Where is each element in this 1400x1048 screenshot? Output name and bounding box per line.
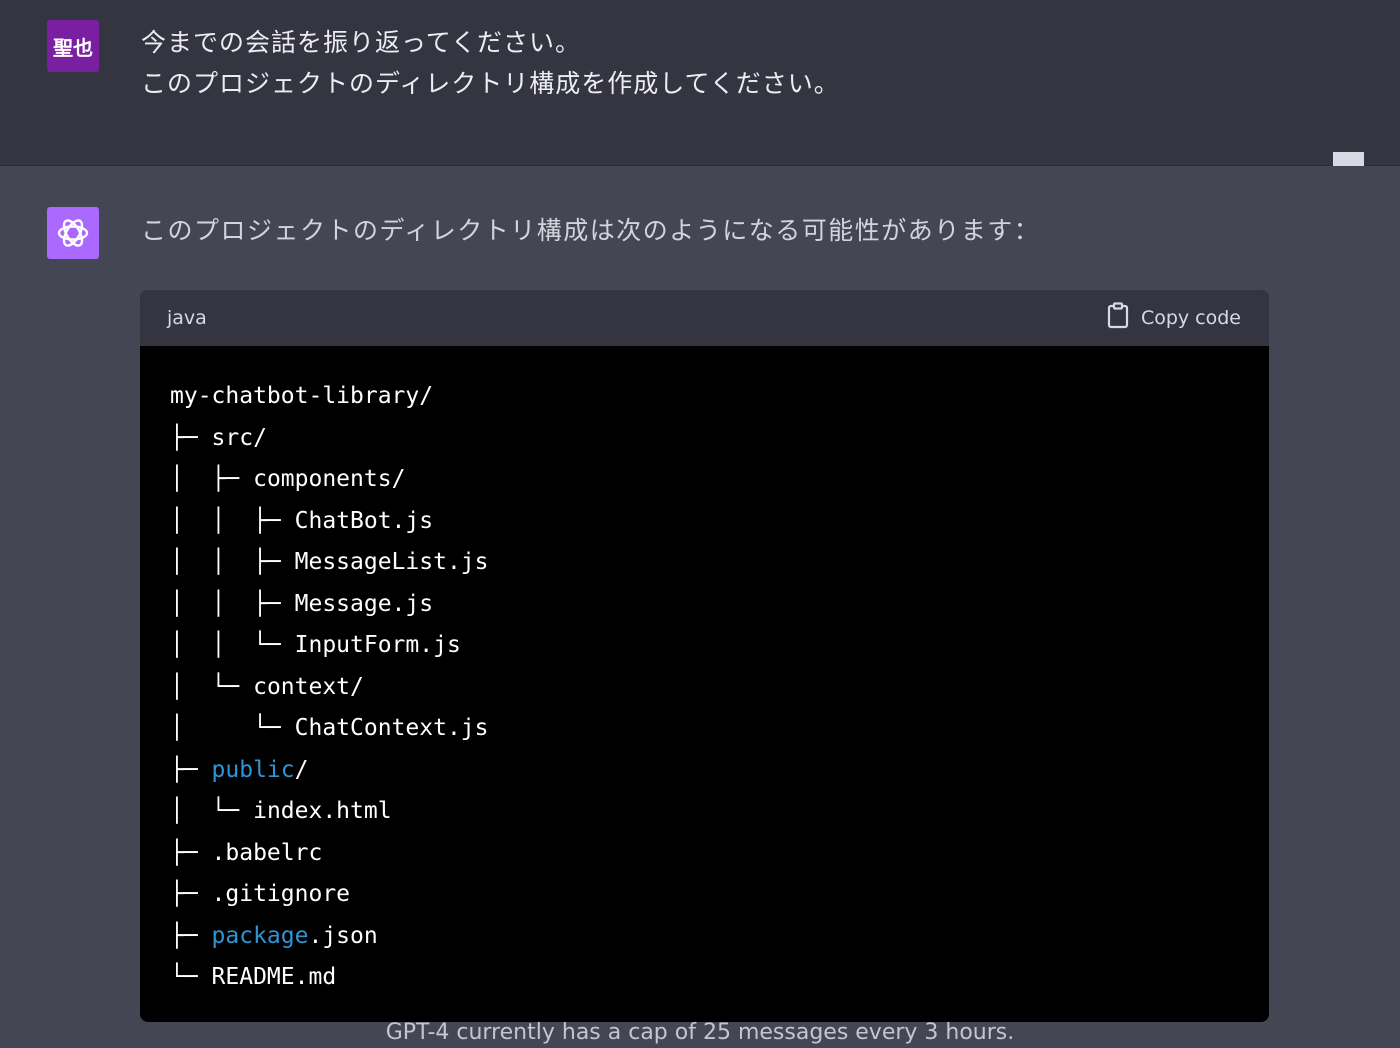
tree-prefix: ├─ [170,424,212,451]
code-line: │ │ ├─ MessageList.js [170,542,1269,584]
tree-entry-name: .babelrc [211,839,323,866]
code-line: │ │ ├─ Message.js [170,584,1269,626]
tree-prefix: ├─ [170,839,212,866]
code-line: │ └─ context/ [170,667,1269,709]
tree-entry-name: components/ [253,466,406,492]
tree-entry-name: my-chatbot-library/ [170,383,434,409]
code-line: └─ README.md [170,957,1269,999]
code-line: │ ├─ components/ [170,459,1269,501]
user-message-line: 今までの会話を振り返ってください。 [141,28,582,57]
user-message-line: このプロジェクトのディレクトリ構成を作成してください。 [141,69,840,98]
tree-entry-name: context/ [253,673,364,700]
tree-prefix: ├─ [170,881,212,907]
code-line: ├─ package.json [170,916,1269,958]
tree-entry-name: src/ [211,424,267,451]
code-line: my-chatbot-library/ [170,376,1269,418]
copy-code-label: Copy code [1140,307,1241,329]
tree-entry-name: ChatBot.js [294,507,434,534]
tree-prefix: │ │ ├─ [170,507,295,534]
tree-prefix: ├─ [170,756,212,783]
code-line: │ │ ├─ ChatBot.js [170,501,1269,543]
code-line: ├─ public/ [170,750,1269,792]
tree-entry-name: public/ [211,756,309,783]
code-block-header: java Copy code [140,290,1269,346]
code-line: ├─ .babelrc [170,833,1269,875]
assistant-message: このプロジェクトのディレクトリ構成は次のようになる可能性があります： [141,216,1041,245]
code-content: my-chatbot-library/├─ src/│ ├─ component… [140,346,1269,999]
code-line: ├─ .gitignore [170,874,1269,916]
tree-prefix: │ └─ [170,798,254,824]
tree-prefix: └─ [170,964,212,990]
tree-entry-name: package.json [211,922,378,949]
tree-entry-name: InputForm.js [294,632,461,658]
usage-cap-notice: GPT-4 currently has a cap of 25 messages… [385,1020,1015,1045]
tree-prefix: ├─ [170,922,212,949]
tree-prefix: │ │ ├─ [170,549,295,575]
openai-logo-icon [47,207,99,259]
user-message: 今までの会話を振り返ってください。 このプロジェクトのディレクトリ構成を作成して… [141,22,840,104]
user-message-row: 聖也 今までの会話を振り返ってください。 このプロジェクトのディレクトリ構成を作… [0,0,1400,166]
code-line: ├─ src/ [170,418,1269,460]
tree-prefix: │ ├─ [170,466,254,492]
code-line: │ └─ index.html [170,791,1269,833]
tree-entry-name: Message.js [294,590,434,617]
tree-entry-name: MessageList.js [294,549,489,575]
tree-entry-name: README.md [211,964,337,990]
tree-entry-name: ChatContext.js [294,715,489,741]
code-line: │ │ └─ InputForm.js [170,625,1269,667]
code-language-label: java [167,307,207,329]
clipboard-icon [1107,302,1129,334]
tree-prefix: │ │ ├─ [170,590,295,617]
user-avatar: 聖也 [47,20,99,72]
tree-entry-name: index.html [253,798,392,824]
tree-entry-name: .gitignore [211,881,351,907]
code-block: java Copy code my-chatbot-library/ ├─ src… [140,290,1269,1022]
tree-prefix: │ └─ [170,673,254,700]
assistant-message-row: このプロジェクトのディレクトリ構成は次のようになる可能性があります： java … [0,166,1400,1033]
tree-prefix: │ └─ [170,715,295,741]
copy-code-button[interactable]: Copy code [1107,302,1241,334]
code-line: │ └─ ChatContext.js [170,708,1269,750]
tree-prefix: │ │ └─ [170,632,295,658]
